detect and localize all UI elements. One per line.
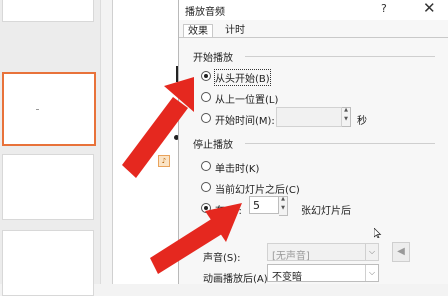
start-time-label[interactable]: 开始时间(M): [215, 112, 275, 127]
slide-page[interactable] [112, 0, 183, 284]
chevron-down-icon[interactable]: ⌵ [365, 244, 378, 260]
after-current-slide-label[interactable]: 当前幻灯片之后(C) [215, 181, 300, 196]
after-current-slide-radio[interactable] [201, 182, 211, 192]
animation-tag-icon[interactable]: ♪ [158, 155, 170, 167]
seconds-unit-label: 秒 [357, 116, 367, 127]
after-n-slides-label[interactable]: 在(F): [215, 202, 242, 217]
after-animation-select[interactable]: 不变暗 ⌵ [267, 264, 379, 283]
from-last-position-label[interactable]: 从上一位置(L) [215, 91, 278, 106]
dialog-title: 播放音频 [185, 7, 225, 18]
from-beginning-radio[interactable] [201, 71, 211, 81]
from-last-position-radio[interactable] [201, 92, 211, 102]
tab-timing[interactable]: 计时 [221, 24, 249, 37]
sound-label: 声音(S): [203, 253, 241, 264]
close-icon[interactable]: ✕ [423, 0, 436, 17]
slide-thumbnail-panel [0, 0, 101, 296]
play-audio-dialog: 播放音频 ? ✕ 效果 计时 开始播放 从头开始(B) 从上一位置(L) 开始时… [178, 0, 448, 285]
stop-playing-group-label: 停止播放 [193, 140, 233, 151]
after-animation-label: 动画播放后(A): [203, 274, 272, 285]
start-time-radio[interactable] [201, 113, 211, 123]
slide-thumbnail-selected[interactable] [2, 72, 96, 146]
chevron-down-icon[interactable]: ⌵ [365, 265, 378, 281]
on-click-label[interactable]: 单击时(K) [215, 160, 259, 175]
group-divider [245, 56, 435, 57]
spin-down-icon[interactable]: ▼ [342, 117, 350, 126]
after-animation-value: 不变暗 [272, 272, 302, 283]
start-time-spinner[interactable]: ▲ ▼ [342, 107, 351, 127]
slide-editor-canvas [102, 0, 183, 284]
slide-thumbnail[interactable] [2, 0, 94, 22]
slide-thumbnail[interactable] [2, 230, 94, 296]
after-n-slides-radio[interactable] [201, 203, 211, 213]
from-beginning-label[interactable]: 从头开始(B) [214, 69, 271, 86]
help-icon[interactable]: ? [381, 2, 387, 15]
tab-divider [179, 37, 448, 38]
speaker-icon[interactable]: ◀ [392, 242, 410, 262]
slide-count-spinner[interactable]: ▲ ▼ [279, 196, 288, 216]
slide-count-input[interactable]: 5 [249, 196, 279, 214]
mouse-pointer-icon [374, 228, 382, 238]
start-time-input[interactable] [276, 107, 342, 127]
thumbnail-placeholder-mark [36, 109, 39, 110]
slides-after-unit-label: 张幻灯片后 [301, 206, 351, 217]
spin-down-icon[interactable]: ▼ [279, 206, 287, 215]
sound-select-value: [无声音] [272, 251, 310, 262]
tab-effects[interactable]: 效果 [183, 24, 213, 38]
slide-thumbnail[interactable] [2, 154, 94, 220]
dialog-tabs: 效果 计时 [179, 20, 448, 38]
group-divider [245, 143, 435, 144]
on-click-radio[interactable] [201, 161, 211, 171]
start-playing-group-label: 开始播放 [193, 53, 233, 64]
dialog-titlebar: 播放音频 ? ✕ [179, 0, 448, 20]
sound-select[interactable]: [无声音] ⌵ [267, 243, 379, 262]
